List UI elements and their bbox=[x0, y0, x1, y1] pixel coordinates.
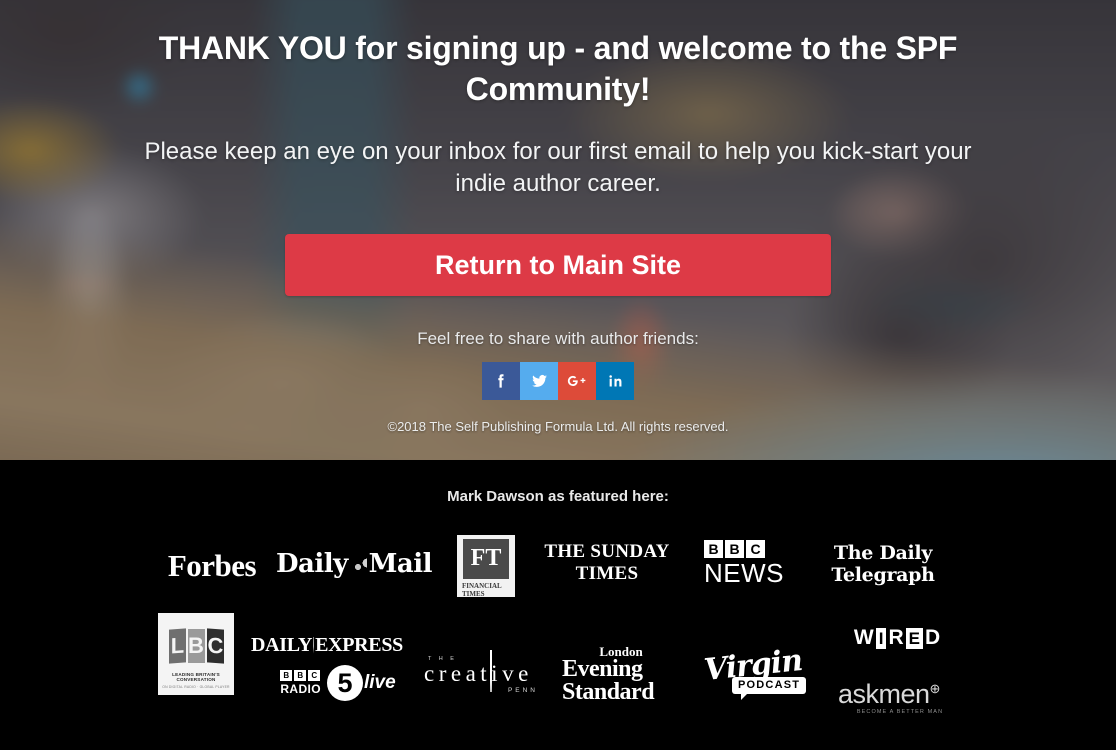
bbc-letter-boxes: B B C bbox=[704, 539, 765, 558]
featured-section: Mark Dawson as featured here: Forbes Dai… bbox=[0, 460, 1116, 750]
lbc-letter-1: L bbox=[168, 627, 186, 664]
creative-penn-word: creative bbox=[424, 650, 540, 692]
wired-char-2: I bbox=[875, 627, 887, 649]
lbc-subline: ON DIGITAL RADIO · GLOBAL PLAYER bbox=[162, 684, 230, 689]
google-plus-icon bbox=[566, 373, 588, 389]
linkedin-icon bbox=[606, 371, 625, 390]
evening-standard-line-2: Evening bbox=[562, 655, 643, 682]
logo-daily-express[interactable]: DAILY EXPRESS bbox=[251, 633, 403, 657]
bbc-radio-text: RADIO bbox=[280, 682, 321, 696]
radio-5-live-text: live bbox=[363, 672, 396, 693]
bbc-letter-3: C bbox=[746, 539, 765, 558]
share-prompt-label: Feel free to share with author friends: bbox=[417, 328, 699, 348]
logo-the-creative-penn[interactable]: T H E creative PENN bbox=[424, 650, 540, 697]
bbc-radio-letter-boxes: B B C bbox=[280, 670, 321, 681]
hero-section: THANK YOU for signing up - and welcome t… bbox=[0, 0, 1116, 460]
logo-wired[interactable]: W I R E D bbox=[838, 625, 956, 651]
askmen-tagline: BECOME A BETTER MAN bbox=[856, 709, 944, 715]
askmen-plus-icon: ⊕ bbox=[929, 681, 941, 696]
logo-daily-telegraph-text: The Daily Telegraph bbox=[831, 542, 935, 586]
logo-bbc-news[interactable]: B B C NEWS bbox=[704, 539, 784, 588]
lbc-letter-2: B bbox=[187, 628, 205, 663]
evening-standard-line-3: Standard bbox=[562, 678, 655, 705]
logo-forbes-text: Forbes bbox=[167, 548, 257, 583]
copyright-text: ©2018 The Self Publishing Formula Ltd. A… bbox=[387, 418, 729, 434]
bbc-radio-letter-2: B bbox=[294, 670, 307, 681]
logo-bbc-radio-5-live[interactable]: B B C RADIO 5 live bbox=[268, 665, 408, 701]
cta-container: Return to Main Site bbox=[0, 233, 1116, 296]
twitter-icon bbox=[529, 370, 550, 391]
facebook-share-button[interactable] bbox=[482, 361, 520, 400]
askmen-wordmark: askmen⊕ bbox=[838, 675, 940, 708]
bbc-letter-1: B bbox=[704, 539, 723, 558]
logo-daily-telegraph[interactable]: The Daily Telegraph bbox=[803, 542, 963, 586]
facebook-icon bbox=[491, 371, 511, 391]
virgin-podcast-badge: PODCAST bbox=[732, 676, 807, 700]
logo-daily-mail-text-2: Mail bbox=[368, 549, 433, 579]
logo-sunday-times[interactable]: THE SUNDAY TIMES bbox=[531, 540, 683, 584]
bbc-radio-letter-1: B bbox=[280, 670, 293, 681]
lbc-letter-panels: L B C bbox=[168, 627, 224, 664]
hero-subtitle: Please keep an eye on your inbox for our… bbox=[144, 137, 972, 198]
logo-ft-caption: FINANCIAL TIMES bbox=[457, 582, 515, 598]
wired-char-4: E bbox=[905, 627, 923, 649]
logo-daily-express-text-2: EXPRESS bbox=[315, 633, 403, 656]
social-share-row bbox=[0, 361, 1116, 400]
wired-char-5: D bbox=[924, 626, 941, 649]
logo-lbc[interactable]: L B C LEADING BRITAIN'S CONVERSATION ON … bbox=[158, 613, 234, 695]
logo-askmen[interactable]: askmen⊕ BECOME A BETTER MAN bbox=[838, 675, 962, 715]
press-logo-grid: Forbes Daily Mail FT FINANCIAL TIMES THE… bbox=[0, 513, 1116, 715]
askmen-word-text: askmen bbox=[838, 679, 930, 709]
logo-ft-mark: FT bbox=[463, 538, 509, 579]
logo-forbes[interactable]: Forbes bbox=[152, 548, 272, 583]
logo-daily-mail[interactable]: Daily Mail bbox=[276, 545, 433, 583]
daily-mail-crest-icon bbox=[349, 556, 367, 572]
lbc-tagline: LEADING BRITAIN'S CONVERSATION bbox=[172, 671, 220, 682]
page-title: THANK YOU for signing up - and welcome t… bbox=[158, 30, 958, 107]
featured-section-title: Mark Dawson as featured here: bbox=[447, 488, 669, 505]
logo-daily-mail-text-1: Daily bbox=[276, 549, 348, 579]
logo-virgin-podcast[interactable]: Virgin PODCAST bbox=[702, 642, 808, 701]
thank-you-page: THANK YOU for signing up - and welcome t… bbox=[0, 0, 1116, 750]
logo-ft-caption-line-2: TIMES bbox=[462, 589, 485, 598]
hero-content: THANK YOU for signing up - and welcome t… bbox=[0, 0, 1116, 460]
logo-financial-times[interactable]: FT FINANCIAL TIMES bbox=[457, 535, 515, 598]
wired-char-3: R bbox=[888, 626, 904, 649]
logo-bbc-news-text: NEWS bbox=[704, 557, 784, 588]
twitter-share-button[interactable] bbox=[520, 361, 558, 400]
bbc-letter-2: B bbox=[725, 539, 744, 558]
logo-ft-caption-line-1: FINANCIAL bbox=[462, 581, 502, 590]
logo-sunday-times-text: THE SUNDAY TIMES bbox=[544, 540, 670, 584]
googleplus-share-button[interactable] bbox=[558, 361, 596, 400]
bbc-radio-letter-3: C bbox=[308, 670, 321, 681]
bbc-radio-wordmark: B B C RADIO bbox=[280, 670, 321, 696]
logo-london-evening-standard[interactable]: London Evening Standard bbox=[562, 645, 680, 705]
creative-penn-word-text: creative bbox=[424, 661, 533, 686]
linkedin-share-button[interactable] bbox=[596, 361, 634, 400]
daily-express-crusader-icon bbox=[313, 636, 315, 654]
lbc-letter-3: C bbox=[206, 627, 224, 664]
radio-5-number: 5 bbox=[326, 665, 363, 701]
creative-penn-penn: PENN bbox=[507, 687, 538, 694]
return-to-main-site-button[interactable]: Return to Main Site bbox=[285, 233, 831, 296]
logo-daily-express-text-1: DAILY bbox=[251, 633, 313, 656]
wired-char-1: W bbox=[853, 626, 874, 649]
quill-pen-icon bbox=[490, 650, 492, 692]
